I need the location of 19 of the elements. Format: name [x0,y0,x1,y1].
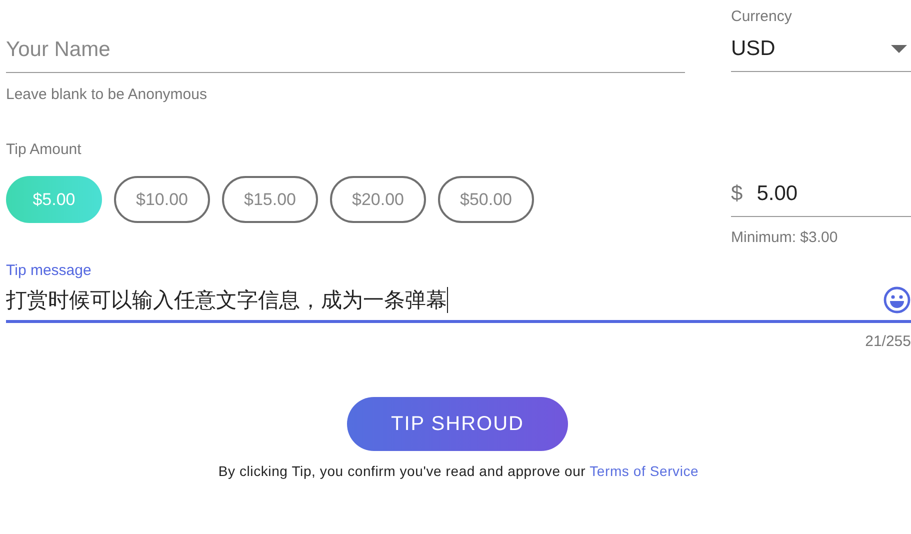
amount-option[interactable]: $20.00 [330,176,426,223]
tip-amount-label: Tip Amount [6,141,82,158]
amount-field[interactable]: $ 5.00 [731,176,911,217]
name-hint: Leave blank to be Anonymous [6,86,208,103]
amount-option[interactable]: $15.00 [222,176,318,223]
caret-icon [891,45,907,53]
character-counter: 21/255 [865,333,911,350]
minimum-hint: Minimum: $3.00 [731,229,839,246]
disclaimer-text: By clicking Tip, you confirm you've read and approve our Terms of Service [218,463,699,479]
message-field[interactable]: 打赏时候可以输入任意文字信息，成为一条弹幕 [6,280,911,323]
amount-option[interactable]: $50.00 [438,176,534,223]
message-label: Tip message [6,262,92,279]
currency-select[interactable]: USD [731,25,911,72]
currency-label: Currency [731,8,793,25]
name-field[interactable]: Your Name [6,8,685,73]
tip-button[interactable]: TIP SHROUD [347,397,568,451]
emoji-icon[interactable] [883,286,911,314]
terms-link[interactable]: Terms of Service [590,463,699,479]
amount-option[interactable]: $10.00 [114,176,210,223]
